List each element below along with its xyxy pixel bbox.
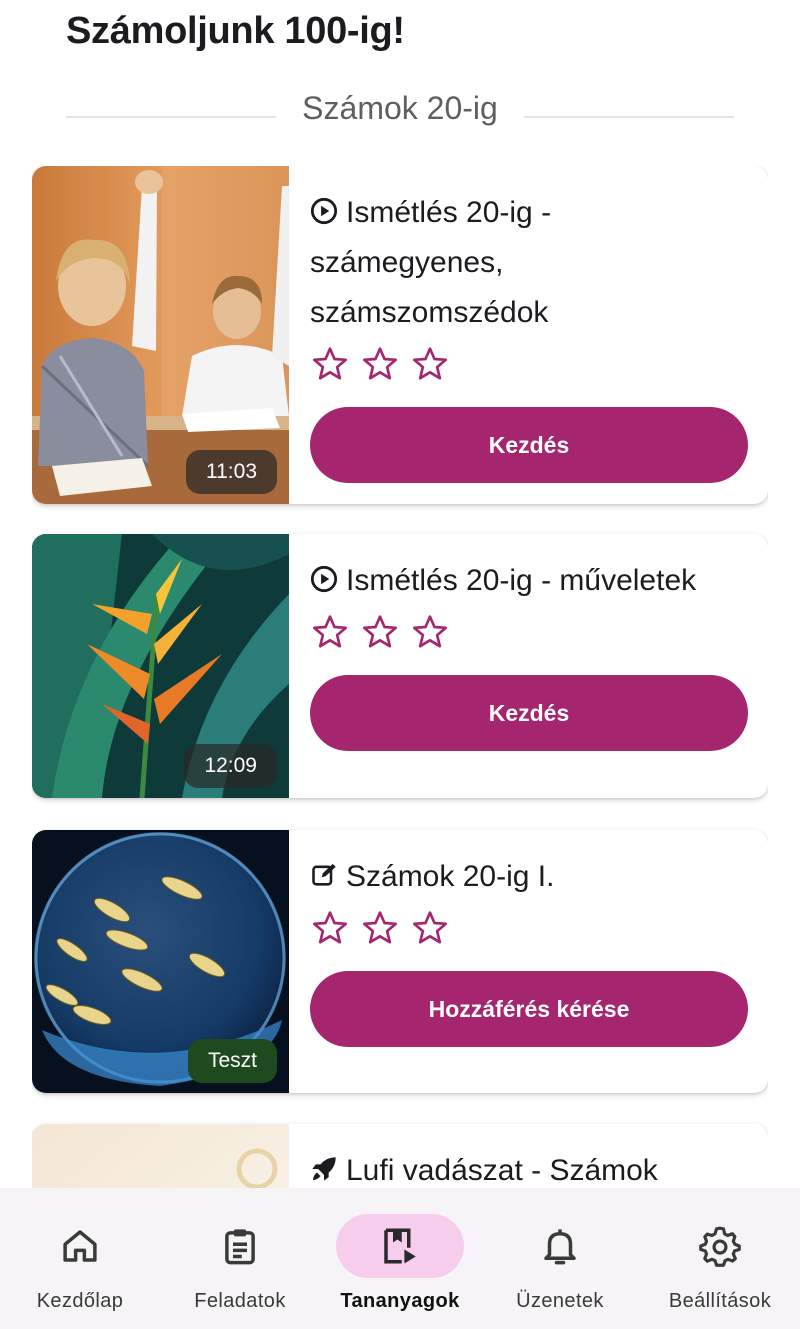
card-title[interactable]: Számok 20-ig I. xyxy=(310,852,748,902)
lesson-list[interactable]: 11:03 Ismétlés 20-ig - számegyenes, szám… xyxy=(32,166,768,1188)
nav-label: Tananyagok xyxy=(340,1290,460,1312)
star-icon xyxy=(363,615,397,648)
nav-pill xyxy=(496,1214,624,1278)
play-circle-icon xyxy=(310,565,338,593)
star-rating xyxy=(310,344,748,384)
star-icon xyxy=(313,911,347,944)
lesson-card[interactable]: 12:09 Ismétlés 20-ig - műveletek Kezdés xyxy=(32,534,768,798)
star-rating xyxy=(310,908,748,948)
nav-item-tasks[interactable]: Feladatok xyxy=(160,1214,320,1313)
lesson-card[interactable]: 11:03 Ismétlés 20-ig - számegyenes, szám… xyxy=(32,166,768,504)
star-icon xyxy=(363,911,397,944)
nav-label: Üzenetek xyxy=(516,1290,604,1312)
nav-item-messages[interactable]: Üzenetek xyxy=(480,1214,640,1313)
clipboard-icon xyxy=(225,1229,255,1265)
test-badge: Teszt xyxy=(187,1039,277,1083)
start-button[interactable]: Kezdés xyxy=(310,407,748,483)
nav-item-home[interactable]: Kezdőlap xyxy=(0,1214,160,1313)
balloon-image xyxy=(32,1124,289,1188)
star-icon xyxy=(413,911,447,944)
nav-label: Kezdőlap xyxy=(36,1290,124,1312)
page-title: Számoljunk 100-ig! xyxy=(66,10,405,52)
start-button[interactable]: Kezdés xyxy=(310,675,748,751)
lesson-card[interactable]: Lufi vadászat - Számok xyxy=(32,1124,768,1188)
nav-item-settings[interactable]: Beállítások xyxy=(640,1214,800,1313)
star-icon xyxy=(313,615,347,648)
lesson-thumbnail[interactable]: Teszt xyxy=(32,830,289,1093)
card-title[interactable]: Ismétlés 20-ig - műveletek xyxy=(310,556,748,606)
nav-pill xyxy=(176,1214,304,1278)
divider-line-right xyxy=(524,116,734,118)
lesson-thumbnail[interactable]: 12:09 xyxy=(32,534,289,798)
card-title-text: Ismétlés 20-ig - számegyenes, számszomsz… xyxy=(310,196,552,329)
nav-label: Feladatok xyxy=(194,1290,286,1312)
section-title: Számok 20-ig xyxy=(302,90,498,126)
card-title-text: Számok 20-ig I. xyxy=(346,860,555,893)
star-icon xyxy=(313,347,347,380)
star-icon xyxy=(413,347,447,380)
duration-badge: 12:09 xyxy=(184,744,277,788)
nav-pill xyxy=(656,1214,784,1278)
card-body: Ismétlés 20-ig - műveletek Kezdés xyxy=(310,534,748,798)
star-rating xyxy=(310,612,748,652)
bottom-navigation: Kezdőlap Feladatok Tananyagok Üzenetek B… xyxy=(0,1188,800,1329)
home-icon xyxy=(63,1230,97,1262)
duration-badge: 11:03 xyxy=(186,450,277,494)
card-body: Lufi vadászat - Számok xyxy=(310,1124,748,1188)
book-play-icon xyxy=(384,1228,416,1264)
card-body: Ismétlés 20-ig - számegyenes, számszomsz… xyxy=(310,166,748,504)
edit-icon xyxy=(312,863,336,886)
gear-icon xyxy=(699,1226,741,1267)
nav-item-materials[interactable]: Tananyagok xyxy=(320,1214,480,1313)
nav-label: Beállítások xyxy=(668,1290,772,1312)
nav-pill xyxy=(16,1214,144,1278)
star-icon xyxy=(413,615,447,648)
lesson-thumbnail[interactable]: 11:03 xyxy=(32,166,289,504)
card-body: Számok 20-ig I. Hozzáférés kérése xyxy=(310,830,748,1093)
bell-icon xyxy=(544,1229,576,1265)
play-circle-icon xyxy=(310,197,338,225)
lesson-thumbnail[interactable] xyxy=(32,1124,289,1188)
section-divider: Számok 20-ig xyxy=(66,86,734,130)
nav-pill xyxy=(336,1214,464,1278)
star-icon xyxy=(363,347,397,380)
card-title[interactable]: Lufi vadászat - Számok xyxy=(310,1146,748,1188)
request-access-button[interactable]: Hozzáférés kérése xyxy=(310,971,748,1047)
lesson-card[interactable]: Teszt Számok 20-ig I. Hozzáférés kérése xyxy=(32,830,768,1093)
card-title[interactable]: Ismétlés 20-ig - számegyenes, számszomsz… xyxy=(310,188,748,338)
card-title-text: Ismétlés 20-ig - műveletek xyxy=(346,564,697,597)
card-title-text: Lufi vadászat - Számok xyxy=(346,1154,658,1187)
rocket-icon xyxy=(312,1157,336,1181)
